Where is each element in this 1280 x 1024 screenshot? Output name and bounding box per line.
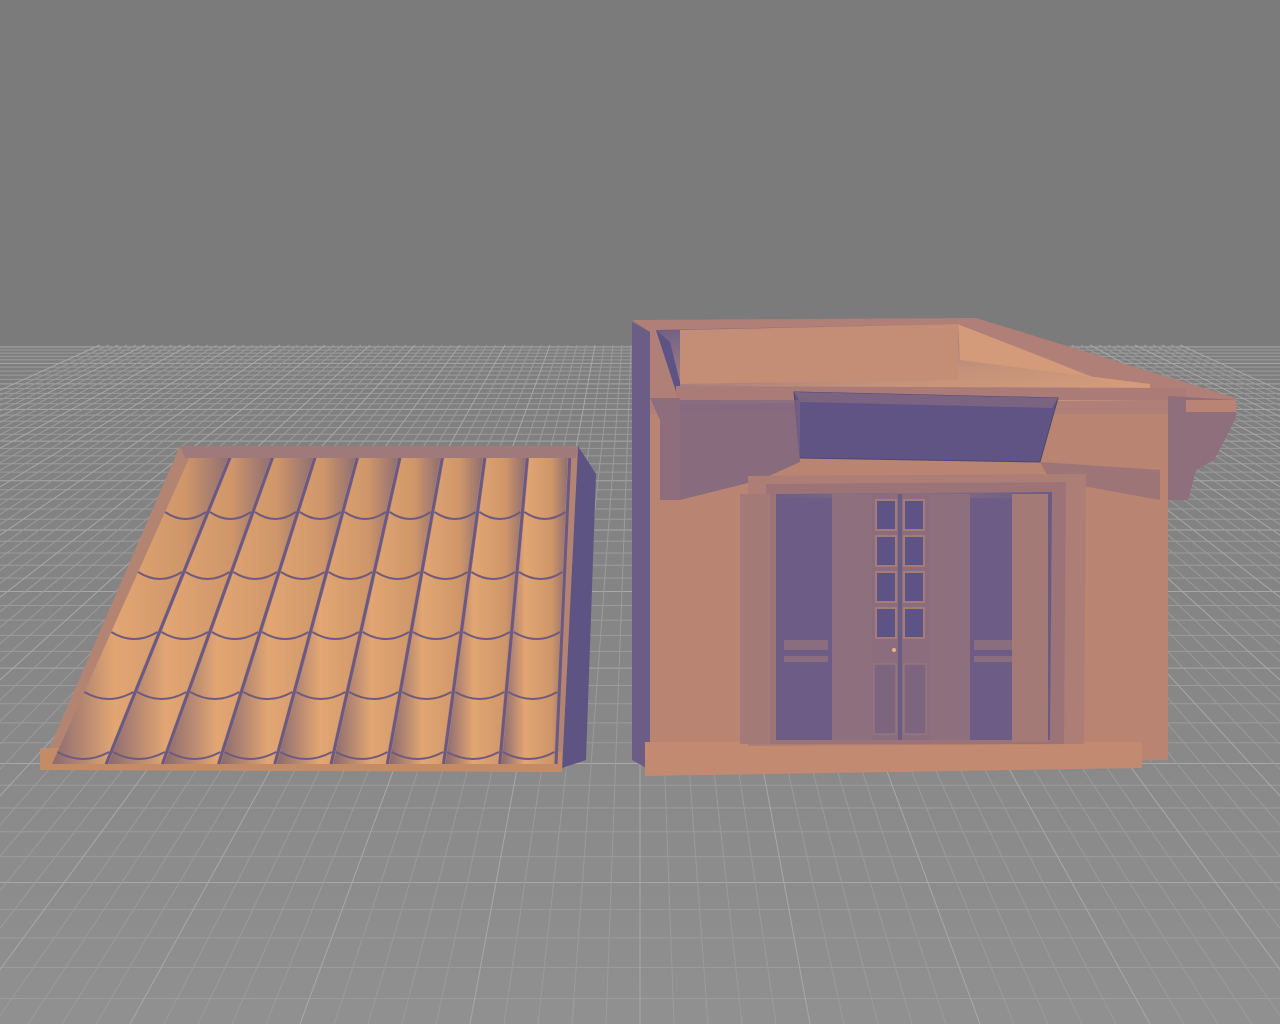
3d-viewport[interactable] <box>0 0 1280 1024</box>
door-window-pane <box>875 607 897 639</box>
door-window-pane <box>875 535 897 567</box>
door-window-pane <box>875 499 897 531</box>
building-body[interactable] <box>632 318 1236 776</box>
door-window-pane <box>875 571 897 603</box>
door-window-pane <box>903 535 925 567</box>
scene-canvas[interactable] <box>0 0 1280 1024</box>
door-window-pane <box>903 499 925 531</box>
door-window-pane <box>903 607 925 639</box>
door-window-pane <box>903 571 925 603</box>
